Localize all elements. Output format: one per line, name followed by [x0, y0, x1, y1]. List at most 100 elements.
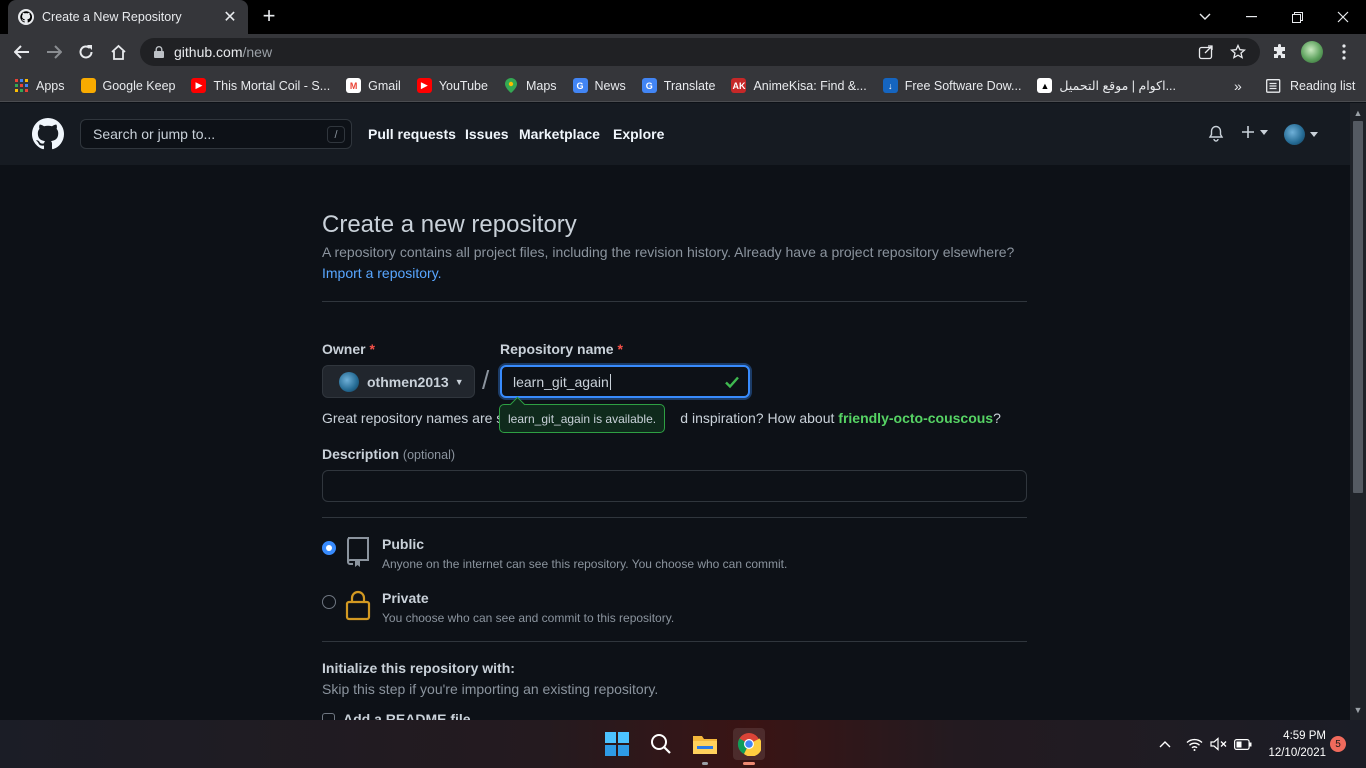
initialize-title: Initialize this repository with:	[322, 660, 515, 676]
back-arrow-icon[interactable]	[10, 40, 34, 64]
bookmark-akwam[interactable]: ▲ اكوام | موقع التحميل...	[1037, 78, 1176, 93]
chrome-taskbar-icon[interactable]	[733, 728, 765, 765]
bookmark-animekisa[interactable]: AK AnimeKisa: Find &...	[731, 78, 867, 93]
reading-list-icon	[1266, 79, 1281, 93]
new-tab-button[interactable]: +	[258, 5, 280, 28]
nav-explore[interactable]: Explore	[613, 103, 664, 165]
repository-name-value: learn_git_again	[513, 373, 609, 390]
availability-tooltip: learn_git_again is available.	[499, 404, 666, 433]
bookmark-youtube[interactable]: ▶ YouTube	[416, 78, 488, 93]
notification-badge[interactable]: 5	[1330, 736, 1346, 752]
description-label: Description (optional)	[322, 446, 455, 462]
optional-tag: (optional)	[402, 448, 456, 462]
notifications-bell-icon[interactable]	[1208, 125, 1224, 142]
youtube-icon: ▶	[416, 78, 432, 93]
extensions-puzzle-icon[interactable]	[1268, 40, 1292, 64]
google-news-icon: G	[572, 78, 588, 93]
bookmark-this-mortal-coil[interactable]: ▶ This Mortal Coil - S...	[191, 78, 330, 93]
windows-start-icon[interactable]	[601, 728, 633, 760]
scroll-up-arrow-icon[interactable]: ▲	[1350, 105, 1366, 121]
bookmark-star-icon[interactable]	[1230, 38, 1246, 66]
scroll-down-arrow-icon[interactable]: ▼	[1350, 702, 1366, 718]
bookmark-maps[interactable]: Maps	[504, 78, 557, 93]
nav-pull-requests[interactable]: Pull requests	[368, 103, 456, 165]
bookmark-label: Google Keep	[102, 78, 176, 93]
file-explorer-icon[interactable]	[689, 728, 721, 765]
page-subtitle: A repository contains all project files,…	[322, 244, 1015, 260]
address-bar[interactable]: github.com/new	[140, 38, 1260, 66]
public-radio[interactable]	[322, 541, 336, 555]
restore-button[interactable]	[1274, 0, 1320, 34]
bookmark-google-keep[interactable]: Google Keep	[80, 78, 176, 93]
import-repository-link[interactable]: Import a repository.	[322, 265, 442, 281]
url-host: github.com	[174, 44, 243, 60]
profile-avatar-icon[interactable]	[1300, 40, 1324, 64]
owner-label-text: Owner	[322, 341, 366, 357]
divider	[322, 301, 1027, 302]
repository-name-label-text: Repository name	[500, 341, 614, 357]
bookmark-label: Maps	[525, 78, 557, 93]
bookmark-gmail[interactable]: M Gmail	[346, 78, 401, 93]
search-placeholder: Search or jump to...	[93, 126, 216, 142]
system-clock[interactable]: 4:59 PM 12/10/2021	[1264, 728, 1326, 762]
wifi-icon[interactable]	[1186, 720, 1203, 768]
owner-avatar	[339, 371, 359, 392]
bookmark-label: This Mortal Coil - S...	[213, 78, 331, 93]
chrome-menu-icon[interactable]	[1332, 40, 1356, 64]
github-favicon-icon	[18, 9, 34, 25]
repository-name-label: Repository name *	[500, 341, 623, 357]
create-new-plus-icon[interactable]	[1241, 125, 1268, 139]
home-icon[interactable]	[106, 40, 130, 64]
bookmark-free-software[interactable]: ↓ Free Software Dow...	[882, 78, 1022, 93]
scrollbar-thumb[interactable]	[1353, 121, 1363, 493]
private-radio[interactable]	[322, 595, 336, 609]
bookmark-translate[interactable]: G Translate	[641, 78, 715, 93]
owner-name: othmen2013	[367, 373, 449, 390]
google-keep-icon	[80, 78, 96, 93]
bookmarks-overflow-button[interactable]: »	[1234, 70, 1242, 102]
windows-taskbar: 4:59 PM 12/10/2021 5	[0, 720, 1366, 768]
tray-chevron-up-icon[interactable]	[1159, 720, 1171, 768]
reload-icon[interactable]	[74, 40, 98, 64]
bookmark-label: Free Software Dow...	[904, 78, 1022, 93]
page-scrollbar[interactable]: ▲ ▼	[1350, 103, 1366, 720]
suggested-name-link[interactable]: friendly-octo-couscous	[838, 410, 993, 426]
owner-select-button[interactable]: othmen2013 ▼	[322, 365, 475, 398]
volume-muted-icon[interactable]	[1210, 720, 1227, 768]
lock-icon	[154, 46, 164, 58]
search-icon[interactable]	[645, 728, 677, 760]
tab-search-chevron-icon[interactable]	[1182, 0, 1228, 34]
divider	[322, 641, 1027, 642]
private-title[interactable]: Private	[382, 590, 429, 606]
bookmark-label: AnimeKisa: Find &...	[753, 78, 867, 93]
close-window-button[interactable]	[1320, 0, 1366, 34]
tab-close-icon[interactable]: ✕	[222, 7, 238, 27]
bookmark-label: News	[594, 78, 626, 93]
github-logo-icon[interactable]	[32, 118, 64, 150]
browser-tab[interactable]: Create a New Repository ✕	[8, 0, 248, 34]
repository-name-input[interactable]: learn_git_again	[500, 365, 750, 398]
bookmark-label: Apps	[36, 78, 65, 93]
nav-marketplace[interactable]: Marketplace	[519, 103, 600, 165]
bookmark-news[interactable]: G News	[572, 78, 626, 93]
browser-tab-bar: Create a New Repository ✕ +	[0, 0, 1366, 34]
owner-repo-separator: /	[482, 365, 490, 395]
user-avatar-menu[interactable]	[1284, 124, 1318, 145]
browser-toolbar: github.com/new	[0, 34, 1366, 70]
text-cursor	[609, 373, 611, 390]
search-input[interactable]: Search or jump to... /	[80, 119, 352, 149]
minimize-button[interactable]	[1228, 0, 1274, 34]
public-title[interactable]: Public	[382, 536, 424, 552]
bookmark-apps[interactable]: Apps	[14, 78, 65, 93]
description-label-text: Description	[322, 446, 400, 462]
forward-arrow-icon[interactable]	[42, 40, 66, 64]
description-input[interactable]	[322, 470, 1027, 502]
battery-icon[interactable]	[1234, 720, 1252, 768]
reading-list-button[interactable]: Reading list	[1266, 70, 1355, 102]
chevron-down-icon: ▼	[454, 376, 464, 387]
required-mark: *	[617, 341, 623, 357]
gmail-icon: M	[346, 78, 362, 93]
share-icon[interactable]	[1198, 38, 1214, 66]
nav-issues[interactable]: Issues	[465, 103, 509, 165]
reading-list-label: Reading list	[1290, 79, 1356, 93]
